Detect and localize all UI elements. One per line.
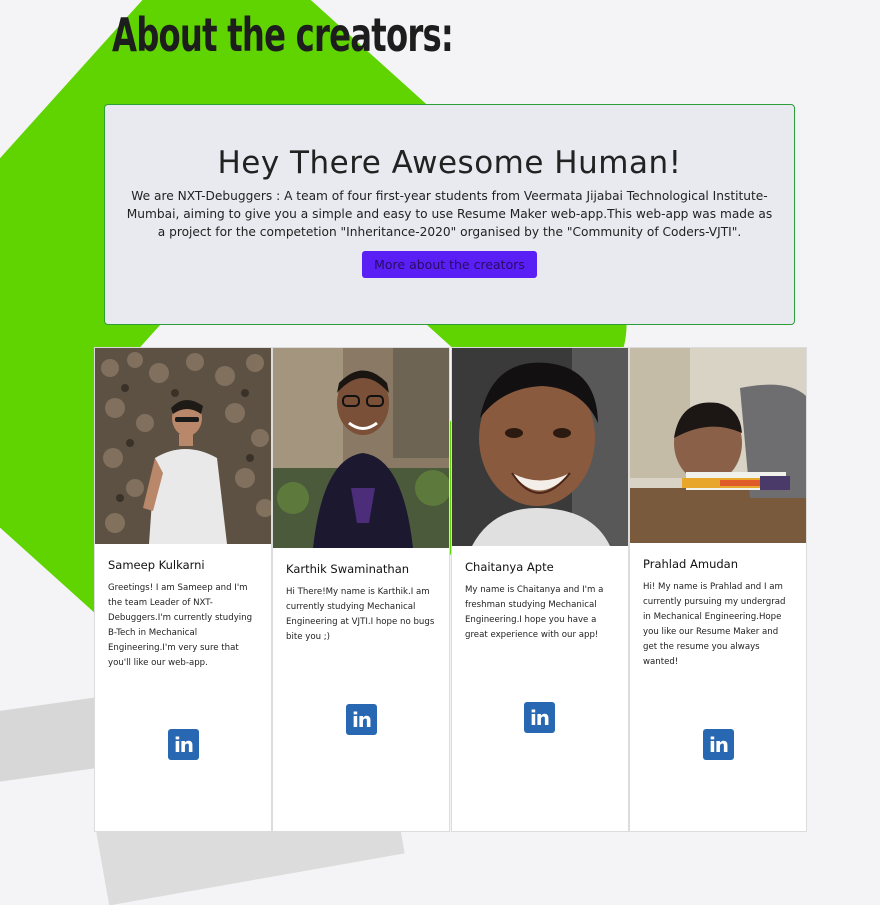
creator-bio: Hi! My name is Prahlad and I am currentl…	[643, 582, 786, 667]
linkedin-icon[interactable]: in	[168, 729, 199, 760]
creator-photo	[273, 348, 449, 548]
creator-card-sameep: Sameep Kulkarni Greetings! I am Sameep a…	[94, 347, 272, 832]
linkedin-icon[interactable]: in	[346, 704, 377, 735]
jumbotron-heading: Hey There Awesome Human!	[217, 145, 682, 181]
creator-name: Karthik Swaminathan	[286, 562, 410, 576]
creator-photo	[630, 348, 806, 543]
jumbotron-text: We are NXT-Debuggers : A team of four fi…	[126, 189, 773, 239]
more-about-creators-button[interactable]: More about the creators	[362, 251, 537, 278]
creator-cards: Sameep Kulkarni Greetings! I am Sameep a…	[94, 347, 807, 833]
creator-photo-image	[630, 348, 806, 543]
creator-photo	[95, 348, 271, 544]
creator-photo	[452, 348, 628, 546]
creator-card-karthik: Karthik Swaminathan Hi There!My name is …	[272, 347, 450, 832]
creator-name: Sameep Kulkarni	[108, 558, 205, 572]
creator-card-prahlad: Prahlad Amudan Hi! My name is Prahlad an…	[629, 347, 807, 832]
creator-bio: Hi There!My name is Karthik.I am current…	[286, 587, 435, 642]
creator-photo-image	[95, 348, 271, 544]
linkedin-icon[interactable]: in	[703, 729, 734, 760]
linkedin-icon[interactable]: in	[524, 702, 555, 733]
creator-name: Chaitanya Apte	[465, 560, 554, 574]
creator-photo-image	[273, 348, 449, 548]
creator-bio: My name is Chaitanya and I'm a freshman …	[465, 585, 604, 640]
creator-bio: Greetings! I am Sameep and I'm the team …	[108, 583, 253, 668]
intro-jumbotron: Hey There Awesome Human! We are NXT-Debu…	[104, 104, 795, 325]
page-title: About the creators:	[112, 8, 454, 62]
creator-photo-image	[452, 348, 628, 546]
creator-name: Prahlad Amudan	[643, 557, 738, 571]
creator-card-chaitanya: Chaitanya Apte My name is Chaitanya and …	[451, 347, 629, 832]
